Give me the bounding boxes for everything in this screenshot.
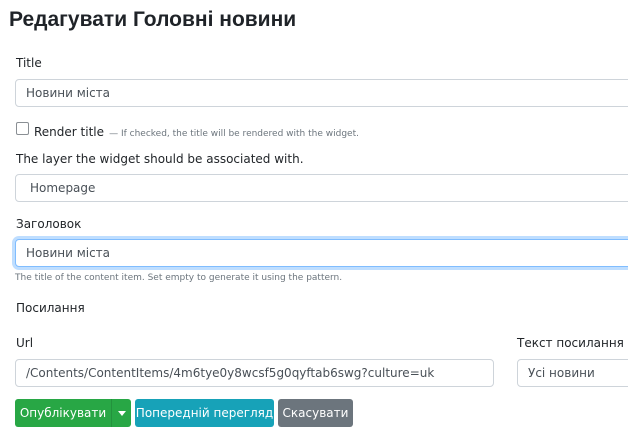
title-input[interactable]: Новини міста [15,79,628,107]
layer-label: The layer the widget should be associate… [16,152,304,166]
caret-down-icon [117,411,126,416]
render-title-row: Render title — If checked, the title wil… [34,121,359,140]
layer-select[interactable]: Homepage [15,174,628,202]
preview-button[interactable]: Попередній перегляд [135,399,274,427]
render-title-label[interactable]: Render title [34,125,104,139]
render-title-hint: — If checked, the title will be rendered… [109,129,359,139]
link-text-input[interactable]: Усі новини [517,359,628,387]
heading-input[interactable]: Новини міста [15,239,628,267]
publish-dropdown-toggle[interactable] [111,399,131,427]
url-input[interactable]: /Contents/ContentItems/4m6tye0y8wcsf5g0q… [15,359,494,387]
heading-hint: The title of the content item. Set empty… [15,273,343,283]
page-title: Редагувати Головні новини [9,8,297,31]
url-label: Url [16,336,34,350]
cancel-button[interactable]: Скасувати [278,399,353,427]
heading-label: Заголовок [16,217,82,231]
link-text-label: Текст посилання [517,336,624,350]
title-label: Title [16,56,42,70]
publish-button[interactable]: Опублікувати [15,399,111,427]
link-section-label: Посилання [16,301,85,315]
render-title-checkbox[interactable] [16,122,29,135]
